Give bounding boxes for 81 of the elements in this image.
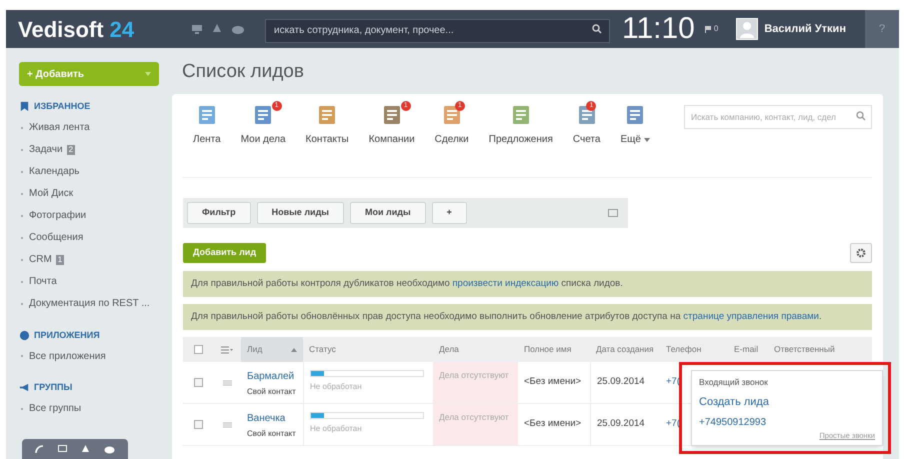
lead-link[interactable]: Бармалей xyxy=(247,369,297,384)
checkbox[interactable] xyxy=(194,420,202,429)
clock: 11:10 xyxy=(622,14,695,44)
phone-link[interactable]: +74950912993 xyxy=(699,415,766,430)
notice-link[interactable]: произвести индексацию xyxy=(452,278,559,289)
sidebar-item[interactable]: CRM 1 xyxy=(19,248,162,270)
caret-icon xyxy=(291,348,297,352)
crm-search-field[interactable]: Искать компанию, контакт, лид, сдел xyxy=(684,105,872,129)
sidebar-section-title: ПРИЛОЖЕНИЯ xyxy=(34,328,100,342)
table-cell-text: Не обработан xyxy=(310,423,363,435)
megaphone-icon xyxy=(19,382,30,394)
toolbar-button[interactable]: Ещё xyxy=(610,104,660,147)
column-header[interactable]: Телефон xyxy=(660,337,728,362)
table-cell: Дела отсутствуют xyxy=(439,370,509,380)
sidebar-section-title: ИЗБРАННОЕ xyxy=(34,100,90,113)
caret-icon xyxy=(145,72,151,76)
toolbar-button[interactable]: Контакты xyxy=(296,104,359,147)
monitor-icon xyxy=(192,24,202,34)
logo: Vedisoft xyxy=(18,16,104,44)
toolbar-button[interactable]: Предложения xyxy=(478,104,563,147)
window-icon xyxy=(608,209,618,217)
sidebar-item[interactable]: Сообщения xyxy=(19,226,162,248)
checkbox[interactable] xyxy=(194,378,202,387)
logo-number: 24 xyxy=(110,16,134,44)
table-cell-text: Не обработан xyxy=(310,381,363,393)
sidebar-item[interactable]: Задачи 2 xyxy=(19,138,162,160)
menu-icon[interactable] xyxy=(221,346,233,354)
filter-button[interactable]: Фильтр xyxy=(187,202,251,224)
count-badge: 1 xyxy=(56,254,64,264)
sidebar-section-title: ГРУППЫ xyxy=(34,381,72,394)
table-cell-text: <Без имени> xyxy=(524,417,582,432)
column-header[interactable]: Ответственный xyxy=(768,337,868,362)
sidebar-item[interactable]: Все приложения xyxy=(19,345,162,367)
search-icon xyxy=(592,24,602,34)
count-badge: 2 xyxy=(66,144,76,154)
sidebar-item[interactable]: Документация по REST ... xyxy=(19,292,162,314)
checkbox[interactable] xyxy=(194,345,202,354)
sidebar-item[interactable]: Почта xyxy=(19,270,162,292)
notice-text: Для правильной работы контроля дубликатов необходимо произвести индексацию списка лидов. xyxy=(191,276,623,291)
filter-button[interactable]: Мои лиды xyxy=(350,202,426,224)
settings-icon xyxy=(856,248,866,258)
sidebar-item[interactable]: Все группы xyxy=(19,398,162,420)
cloud-icon xyxy=(232,24,244,34)
table-cell-text: 25.09.2014 xyxy=(597,417,645,432)
column-header[interactable]: Дата создания xyxy=(590,337,660,362)
cloud-icon[interactable] xyxy=(104,444,115,454)
sidebar-item[interactable]: Живая лента xyxy=(19,116,162,138)
table-cell: Свой контакт xyxy=(247,386,297,398)
notice-link[interactable]: странице управления правами xyxy=(683,310,819,322)
column-header[interactable]: Полное имя xyxy=(518,337,590,362)
filter-button[interactable]: Новые лиды xyxy=(256,202,344,224)
sidebar-item[interactable]: Календарь xyxy=(19,160,162,182)
column-header[interactable]: Лид xyxy=(241,337,303,362)
row-menu-icon[interactable] xyxy=(222,380,232,386)
filter-button[interactable]: + xyxy=(432,202,467,224)
toolbar-button[interactable]: Лента xyxy=(183,104,231,147)
avatar-icon xyxy=(736,18,758,40)
chat-icon[interactable] xyxy=(58,444,67,454)
page-title: Список лидов xyxy=(181,60,305,84)
flag-icon xyxy=(704,26,712,32)
bookmark-icon xyxy=(19,101,30,112)
table-cell: Свой контакт xyxy=(247,428,297,440)
row-menu-icon[interactable] xyxy=(222,422,232,428)
search-field[interactable]: искать сотрудника, документ, прочее... xyxy=(265,18,610,42)
column-header[interactable]: Статус xyxy=(303,337,433,362)
column-header[interactable]: E-mail xyxy=(728,337,768,362)
table-cell-text: 25.09.2014 xyxy=(597,375,645,390)
popup-title: Входящий звонок xyxy=(699,376,769,389)
flag-count: 0 xyxy=(714,23,718,35)
lead-link[interactable]: Ванечка xyxy=(247,411,297,426)
sidebar-item[interactable]: Мой Диск xyxy=(19,182,162,204)
table-cell: Дела отсутствуют xyxy=(439,412,509,422)
column-header[interactable]: Дела xyxy=(433,337,518,362)
search-icon xyxy=(856,111,866,121)
settings-button[interactable] xyxy=(850,243,872,263)
user-name[interactable]: Василий Уткин xyxy=(764,20,846,38)
notice-text: Для правильной работы обновлённых прав доступа необходимо выполнить обновление атрибутов доступа на странице управления правами. xyxy=(191,310,822,324)
caret-icon xyxy=(644,138,650,142)
create-lead-link[interactable]: Создать лида xyxy=(699,394,769,410)
sidebar-item[interactable]: Фотографии xyxy=(19,204,162,226)
table-cell-text: <Без имени> xyxy=(524,375,582,390)
